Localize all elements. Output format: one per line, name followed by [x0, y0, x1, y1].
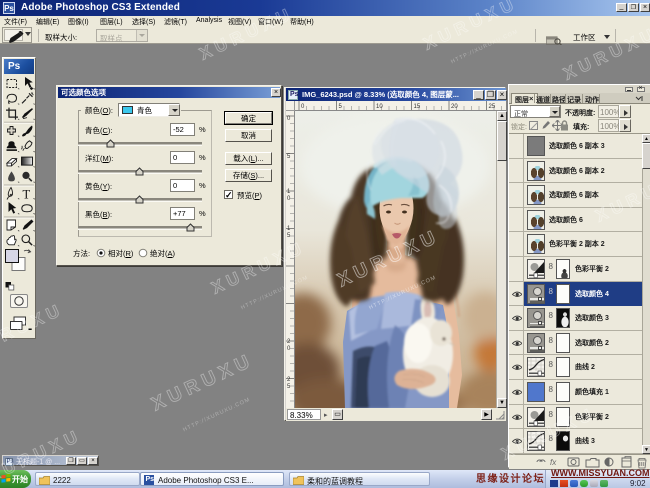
svg-text:20: 20: [451, 104, 458, 110]
svg-text:15: 15: [414, 104, 421, 110]
svg-text:10: 10: [376, 104, 383, 110]
svg-text:25: 25: [489, 104, 496, 110]
svg-text:T: T: [23, 188, 31, 202]
svg-text:fx: fx: [550, 458, 557, 467]
